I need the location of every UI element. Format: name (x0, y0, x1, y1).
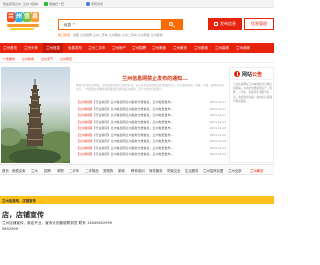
news-summary: 本站为分类信息网站，免费发布各类生活服务信息。禁止发布违反国家法律法规的信息，禁… (76, 84, 224, 91)
news-link[interactable]: 【行业新闻】兰州信息网兰州最新分类信息，兰州免费发布... (94, 152, 173, 156)
cat-life[interactable]: 生活服务 (185, 168, 199, 173)
logo-underline (7, 24, 39, 27)
search-icon (169, 22, 173, 26)
nav-item-home[interactable]: 兰州首页 (3, 46, 17, 51)
nav-item-food[interactable]: 兰州美食 (152, 46, 166, 51)
logo-char-1: 兰 (7, 12, 15, 22)
cat-lanzhou[interactable]: 兰州 (31, 168, 38, 173)
news-tag: 【兰州新闻】 (76, 145, 95, 150)
news-link[interactable]: 【行业新闻】兰州信息网兰州最新分类信息，兰州免费发布... (94, 139, 173, 143)
top-bar: 欢迎来到兰州 兰州 [切换] 微信扫一扫 手机访问 (0, 0, 274, 8)
site-logo[interactable]: 兰 州 信 息 (7, 12, 39, 38)
list-item[interactable]: 【兰州新闻】【行业新闻】兰州信息网兰州最新分类信息，兰州免费发布... 2024-… (76, 151, 226, 158)
manage-info-button[interactable]: 信息管理 (244, 18, 274, 30)
logo-char-2: 州 (15, 12, 23, 22)
cat-house[interactable]: 房屋买卖 (12, 168, 26, 173)
cat-franchise[interactable]: 兰州招商加盟 (203, 168, 223, 173)
pagoda-image (1, 79, 70, 163)
subnav-ads[interactable]: 广告服务 (3, 57, 15, 61)
cat-home[interactable]: 首页 (2, 168, 9, 173)
notice-title-a: 网站 (242, 72, 253, 78)
news-link[interactable]: 【行业新闻】兰州信息网兰州最新分类信息，兰州免费发布... (94, 126, 173, 130)
search-input[interactable]: 信息 (64, 23, 71, 28)
nav-item-yellowpages[interactable]: 兰州黄页 (173, 46, 187, 51)
notice-icon (234, 71, 240, 77)
cat-cars[interactable]: 二手车 (69, 168, 79, 173)
welcome-text: 欢迎来到兰州 (3, 1, 22, 6)
promo-headline: 店，店铺宣传 (2, 211, 44, 219)
news-tag: 【兰州新闻】 (76, 106, 95, 111)
cat-resume[interactable]: 求职 (57, 168, 64, 173)
search-box[interactable]: 信息 ▾ (58, 19, 183, 30)
news-headline[interactable]: 兰州信息网禁止发布的通知... (80, 75, 230, 82)
news-link[interactable]: 【行业新闻】兰州信息网兰州最新分类信息，兰州免费发布... (94, 100, 173, 104)
hot-searches: 热门搜索：出租 兰州招聘 兰州二手车 兰州租房 兰州二手房 兰州家政 兰州装修 (58, 33, 163, 37)
nav-item-info[interactable]: 兰州信息 (43, 43, 63, 53)
news-date: 2024-12-10 (209, 152, 226, 156)
news-link[interactable]: 【行业新闻】兰州信息网兰州最新分类信息，兰州免费发布... (94, 107, 173, 111)
nav-item-post[interactable]: 免费发布 (68, 46, 82, 51)
subnav-yellowpages[interactable]: 兰州黄页 (60, 57, 72, 61)
nav-item-merchants[interactable]: 兰州商家 (236, 46, 250, 51)
nav-item-housekeeping[interactable]: 兰州家政 (194, 46, 208, 51)
nav-item-headlines[interactable]: 兰州头条 (24, 46, 38, 51)
promo-line-2: 5652999 (2, 227, 19, 231)
subnav-news[interactable]: 兰州新闻 (22, 57, 34, 61)
news-link[interactable]: 【行业新闻】兰州信息网兰州最新分类信息，兰州免费发布... (94, 133, 173, 137)
nav-item-cars[interactable]: 兰州二手车 (88, 46, 106, 51)
promo-banner[interactable]: 兰州信息网，店铺宣传 (0, 196, 274, 204)
news-list: 【兰州新闻】【行业新闻】兰州信息网兰州最新分类信息，兰州免费发布... 2024-… (76, 99, 226, 158)
edit-icon (214, 21, 218, 26)
news-link[interactable]: 【行业新闻】兰州信息网兰州最新分类信息，兰州免费发布... (94, 120, 173, 124)
hot-keywords[interactable]: 出租 兰州招聘 兰州二手车 兰州租房 兰州二手房 兰州家政 兰州装修 (73, 33, 163, 37)
mobile-link[interactable]: 手机访问 (91, 2, 103, 6)
news-tag: 【兰州新闻】 (76, 152, 95, 156)
cat-all[interactable]: 兰州全部 (228, 168, 242, 173)
post-info-label: 发布信息 (220, 21, 236, 26)
news-tag: 【兰州新闻】 (76, 113, 95, 117)
mobile-icon (86, 1, 90, 6)
sub-nav: 广告服务 兰州新闻 兰州天气 兰州黄页 (0, 55, 274, 63)
notice-title: 网站公告 (242, 71, 262, 78)
news-link[interactable]: 【行业新闻】兰州信息网兰州最新分类信息，兰州免费发布... (94, 146, 173, 150)
notice-header: 网站公告 (230, 68, 275, 80)
nav-item-jobs[interactable]: 兰州招聘 (132, 46, 146, 51)
logo-underline-2 (10, 28, 34, 30)
news-tag: 【兰州新闻】 (76, 139, 95, 143)
news-tag: 【兰州新闻】 (76, 119, 95, 124)
category-bar: 首页 房屋买卖 兰州 招聘 求职 二手车 二手物品 宠物狗 家政 教育培训 商务… (0, 164, 274, 175)
city-switch-link[interactable]: 兰州 [切换] (23, 2, 38, 6)
cat-yellowpages[interactable]: 兰州黄页 (250, 168, 264, 173)
cat-business[interactable]: 商务服务 (149, 168, 163, 173)
promo-line-1: 兰州店铺宣传，新店开业，宣传计划都能帮到您 联系 15845652999 (2, 221, 113, 225)
promo-banner-text: 兰州信息网，店铺宣传 (2, 198, 36, 203)
wechat-link[interactable]: 微信扫一扫 (49, 2, 64, 6)
news-tag: 【兰州新闻】 (76, 132, 95, 137)
hot-label: 热门搜索： (58, 33, 74, 37)
post-info-button[interactable]: 发布信息 (208, 18, 242, 30)
logo-char-3: 信 (23, 12, 31, 22)
subnav-weather[interactable]: 兰州天气 (41, 57, 53, 61)
logo-char-4: 息 (31, 12, 39, 22)
notice-title-b: 公告 (252, 72, 263, 78)
cat-dating[interactable]: 同城交友 (167, 168, 181, 173)
news-link[interactable]: 【行业新闻】兰州信息网兰州最新分类信息，兰州免费发布... (94, 113, 173, 117)
cat-goods[interactable]: 二手物品 (85, 168, 99, 173)
site-notice-panel: 网站公告 兰州信息网是兰州本地综合分类信息网站，为用户免费提供房产、招聘、二手车… (229, 67, 275, 163)
cat-pets[interactable]: 宠物狗 (103, 168, 113, 173)
cat-housekeeping[interactable]: 家政 (118, 168, 125, 173)
notice-body: 兰州信息网是兰州本地综合分类信息网站，为用户免费提供房产、招聘、二手车、家政等生… (233, 83, 272, 103)
nav-item-housing[interactable]: 兰州房产 (112, 46, 126, 51)
search-button[interactable] (161, 19, 183, 30)
chevron-down-icon[interactable]: ▾ (73, 22, 75, 26)
wechat-icon (44, 1, 48, 6)
news-tag: 【兰州新闻】 (76, 100, 95, 104)
featured-photo[interactable] (1, 67, 70, 163)
cat-education[interactable]: 教育培训 (131, 168, 145, 173)
main-nav: 兰州首页 兰州头条 兰州信息 免费发布 兰州二手车 兰州房产 兰州招聘 兰州美食… (0, 43, 274, 53)
news-tag: 【兰州新闻】 (76, 126, 95, 130)
cat-jobs[interactable]: 招聘 (44, 168, 51, 173)
nav-item-decoration[interactable]: 兰州装修 (215, 46, 229, 51)
